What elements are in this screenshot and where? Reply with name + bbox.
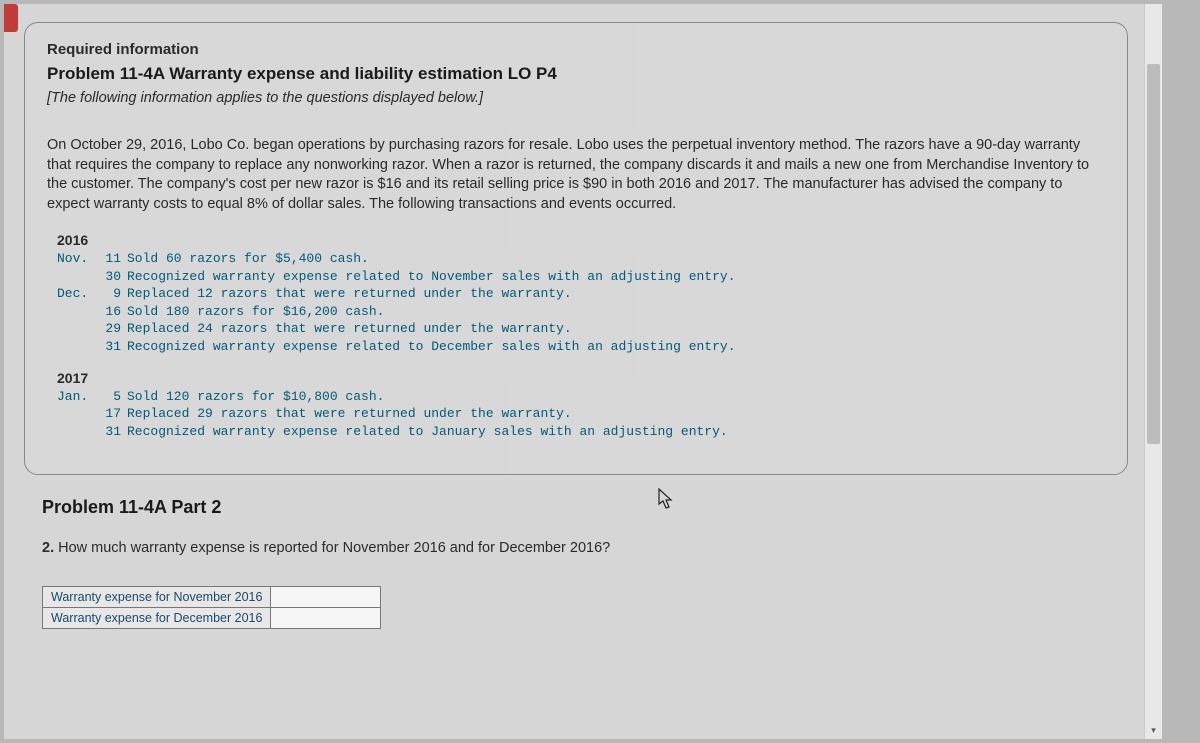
table-row: Warranty expense for December 2016 <box>43 608 381 629</box>
problem-paragraph: On October 29, 2016, Lobo Co. began oper… <box>47 136 1105 214</box>
question-text: How much warranty expense is reported fo… <box>54 540 610 556</box>
row-label-nov: Warranty expense for November 2016 <box>43 587 271 608</box>
answer-table: Warranty expense for November 2016 Warra… <box>42 586 381 629</box>
monitor-bezel: Required information Problem 11-4A Warra… <box>0 0 1200 743</box>
year-2017-heading: 2017 <box>57 370 1105 386</box>
scroll-down-icon[interactable]: ▾ <box>1145 721 1162 739</box>
ribbon-badge-icon <box>4 4 18 32</box>
question-number: 2. <box>42 540 54 556</box>
problem-panel: Required information Problem 11-4A Warra… <box>24 22 1128 475</box>
part2-title: Problem 11-4A Part 2 <box>42 497 1128 518</box>
italic-note: [The following information applies to th… <box>47 90 1105 106</box>
row-label-dec: Warranty expense for December 2016 <box>43 608 271 629</box>
year-2016-heading: 2016 <box>57 232 1105 248</box>
transactions-2017: Jan.5Sold 120 razors for $10,800 cash. 1… <box>57 388 1105 441</box>
page-content: Required information Problem 11-4A Warra… <box>12 4 1140 739</box>
problem-title: Problem 11-4A Warranty expense and liabi… <box>47 64 1105 84</box>
transactions-2016: Nov.11Sold 60 razors for $5,400 cash. 30… <box>57 250 1105 355</box>
vertical-scrollbar[interactable]: ▾ <box>1144 4 1162 739</box>
required-info-heading: Required information <box>47 41 1105 58</box>
question-2: 2. How much warranty expense is reported… <box>42 540 1128 556</box>
scrollbar-thumb[interactable] <box>1147 64 1160 444</box>
input-dec-2016[interactable] <box>271 608 381 629</box>
table-row: Warranty expense for November 2016 <box>43 587 381 608</box>
screen-area: Required information Problem 11-4A Warra… <box>4 4 1162 739</box>
input-nov-2016[interactable] <box>271 587 381 608</box>
